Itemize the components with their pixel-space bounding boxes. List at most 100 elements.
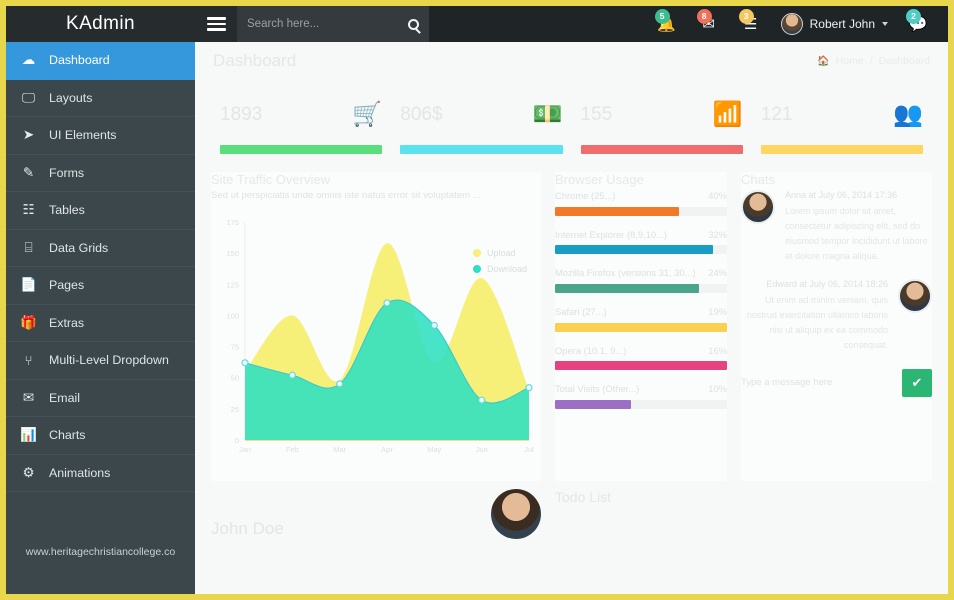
- data-point[interactable]: [383, 299, 391, 307]
- stat-value: 1893: [220, 104, 263, 125]
- x-axis-tick: Jan: [239, 445, 251, 454]
- stat-row: 1893 🛒: [220, 92, 382, 138]
- chat-meta: Edward at July 06, 2014 18:26: [766, 279, 888, 290]
- home-icon[interactable]: 🏠: [817, 56, 829, 67]
- profile-card: John Doe: [211, 489, 541, 539]
- legend-item-upload[interactable]: Upload: [472, 248, 527, 258]
- sidebar-icon: 🎁: [20, 314, 37, 330]
- breadcrumb: 🏠 Home / Dashboard: [817, 55, 930, 67]
- browser-row-label: Opera (10.1, 9...) 16%: [555, 345, 727, 358]
- search-box[interactable]: [237, 6, 429, 42]
- sidebar-item-tables[interactable]: ☷ Tables: [6, 192, 195, 230]
- x-axis-tick: May: [427, 445, 441, 454]
- browser-name: Internet Explorer (8,9,10...): [555, 228, 668, 240]
- sidebar-item-ui-elements[interactable]: ➤ UI Elements: [6, 117, 195, 155]
- y-axis-tick: 175: [226, 218, 239, 227]
- traffic-chart-panel: Site Traffic Overview Sed ut perspiciati…: [211, 172, 541, 481]
- data-point[interactable]: [430, 321, 438, 329]
- panels-row: Site Traffic Overview Sed ut perspiciati…: [195, 154, 948, 481]
- chat-message: Anna at July 06, 2014 17:36 Lorem ipsum d…: [741, 190, 932, 263]
- area-chart: 0 25 50 75 100 125 150 175 Jan Feb Mar Apr May Jun Jul…: [211, 206, 541, 481]
- send-message-button[interactable]: ✔: [902, 368, 932, 397]
- browser-usage-panel: Browser Usage Chrome (25...) 40% Internet …: [555, 172, 727, 481]
- y-axis-tick: 0: [235, 436, 239, 445]
- sidebar-icon: ➤: [22, 127, 35, 143]
- sidebar-item-forms[interactable]: ✎ Forms: [6, 155, 195, 192]
- progress-track: [555, 400, 727, 410]
- chat-meta: Anna at July 06, 2014 17:36: [785, 190, 898, 200]
- tasks-badge: 3: [738, 9, 754, 24]
- x-axis-tick: Jun: [476, 445, 488, 454]
- sidebar-toggle-button[interactable]: [195, 6, 237, 42]
- breadcrumb-home[interactable]: Home: [836, 55, 864, 67]
- user-menu[interactable]: Robert John: [773, 13, 896, 35]
- bottom-row: John Doe Todo List: [195, 481, 948, 539]
- sidebar-item-label: Data Grids: [49, 240, 109, 255]
- search-input[interactable]: [247, 18, 402, 30]
- brand-logo[interactable]: KAdmin: [6, 6, 195, 42]
- data-point[interactable]: [478, 396, 486, 404]
- tasks-icon-button[interactable]: ☰ 3: [731, 6, 771, 42]
- envelope-badge: 8: [696, 9, 712, 24]
- sidebar-item-label: Layouts: [49, 90, 93, 105]
- browser-usage-row: Safari (27...) 19%: [555, 306, 727, 332]
- sidebar-item-label: Email: [49, 390, 80, 405]
- search-icon[interactable]: [408, 18, 419, 30]
- progress-fill: [555, 361, 727, 371]
- sidebar-item-label: Pages: [49, 278, 85, 293]
- legend-item-download[interactable]: Download: [472, 264, 527, 274]
- comments-icon-button[interactable]: 💬 2: [898, 6, 938, 42]
- stat-card-users[interactable]: 121 👥: [752, 92, 932, 154]
- chat-text: Lorem ipsum dolor sit amet, consectetur …: [785, 206, 928, 261]
- sidebar-icon: 📄: [20, 277, 37, 293]
- chats-title: Chats: [741, 172, 775, 187]
- data-point[interactable]: [336, 380, 344, 388]
- stat-card-visits[interactable]: 155 📶: [572, 92, 752, 154]
- sidebar-item-layouts[interactable]: 🖵 Layouts: [6, 80, 195, 117]
- sidebar-item-pages[interactable]: 📄 Pages: [6, 267, 195, 305]
- data-point[interactable]: [288, 371, 296, 379]
- sidebar-menu: ☁ Dashboard 🖵 Layouts ➤ UI Elements ✎ Forms ☷ Tab…: [6, 42, 195, 492]
- comments-badge: 2: [906, 9, 921, 24]
- progress-track: [555, 361, 727, 371]
- y-axis-tick: 50: [231, 374, 239, 383]
- stat-progress-bar: [760, 145, 923, 154]
- browser-usage-row: Chrome (25...) 40%: [555, 190, 727, 216]
- data-point[interactable]: [241, 359, 249, 367]
- browser-usage-row: Opera (10.1, 9...) 16%: [555, 345, 727, 371]
- sidebar-item-extras[interactable]: 🎁 Extras: [6, 305, 195, 342]
- sidebar-item-data-grids[interactable]: ⌸ Data Grids: [6, 230, 195, 267]
- profile-name: John Doe: [211, 519, 284, 538]
- browser-name: Opera (10.1, 9...): [555, 344, 627, 356]
- progress-fill: [555, 284, 700, 294]
- sidebar: ☁ Dashboard 🖵 Layouts ➤ UI Elements ✎ Forms ☷ Tab…: [6, 42, 195, 594]
- chart-subtitle: Sed ut perspiciatis unde omnis iste natu…: [211, 190, 481, 201]
- y-axis-tick: 25: [231, 405, 239, 414]
- sidebar-item-label: Dashboard: [49, 53, 110, 68]
- todo-list-panel: Todo List: [555, 489, 932, 539]
- sidebar-icon: 🖵: [21, 89, 35, 105]
- sidebar-item-email[interactable]: ✉ Email: [6, 380, 195, 417]
- sidebar-item-animations[interactable]: ⚙ Animations: [6, 455, 195, 492]
- sidebar-item-dashboard[interactable]: ☁ Dashboard: [6, 42, 195, 80]
- sidebar-item-multi-level-dropdown[interactable]: ⑂ Multi-Level Dropdown: [6, 342, 195, 380]
- sidebar-icon: ✎: [22, 164, 35, 180]
- stat-row: 121 👥: [761, 92, 923, 138]
- x-axis-tick: Mar: [333, 445, 346, 454]
- chat-message-input[interactable]: Type a message here: [741, 369, 894, 397]
- envelope-icon-button[interactable]: ✉ 8: [689, 6, 729, 42]
- y-axis-tick: 100: [226, 311, 239, 320]
- sidebar-item-label: UI Elements: [49, 128, 117, 143]
- sidebar-item-charts[interactable]: 📊 Charts: [6, 417, 195, 455]
- progress-fill: [555, 245, 714, 255]
- sidebar-icon: ⌸: [24, 239, 33, 255]
- chat-avatar: [741, 190, 775, 224]
- stat-card-revenue[interactable]: 806$ 💵: [391, 92, 571, 154]
- bell-icon-button[interactable]: 🔔 5: [647, 6, 687, 42]
- browser-row-label: Chrome (25...) 40%: [555, 190, 727, 203]
- hamburger-icon: [206, 14, 226, 34]
- stat-card-orders[interactable]: 1893 🛒: [211, 92, 391, 154]
- top-navbar: KAdmin 🔔 5 ✉ 8 ☰ 3 Robert John: [6, 6, 948, 42]
- data-point[interactable]: [525, 384, 533, 392]
- x-axis-tick: Apr: [381, 445, 393, 454]
